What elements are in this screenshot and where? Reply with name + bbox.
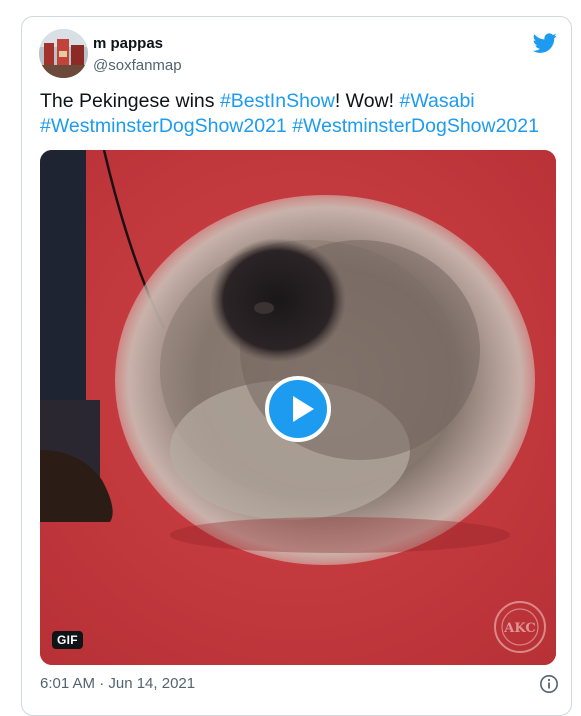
tweet-card: m pappas @soxfanmap The Pekingese wins #… <box>21 16 572 716</box>
play-button[interactable] <box>265 376 331 442</box>
akc-watermark-logo: AKC <box>492 599 548 655</box>
twitter-bird-icon[interactable] <box>532 31 557 55</box>
tweet-text-part: ! Wow! <box>334 90 400 112</box>
akc-watermark-text: AKC <box>503 621 535 636</box>
hashtag-link[interactable]: #Wasabi <box>400 90 475 112</box>
author-avatar[interactable] <box>39 29 88 78</box>
author-name[interactable]: m pappas <box>93 35 163 52</box>
info-icon[interactable] <box>539 674 559 694</box>
tweet-text: The Pekingese wins #BestInShow! Wow! #Wa… <box>40 89 560 139</box>
author-handle[interactable]: @soxfanmap <box>93 57 182 74</box>
gif-badge: GIF <box>52 631 83 649</box>
hashtag-link[interactable]: #BestInShow <box>220 90 335 112</box>
tweet-timestamp[interactable]: 6:01 AM · Jun 14, 2021 <box>40 675 195 692</box>
hashtag-link[interactable]: #WestminsterDogShow2021 <box>292 115 539 137</box>
hashtag-link[interactable]: #WestminsterDogShow2021 <box>40 115 287 137</box>
gif-media[interactable]: GIF AKC <box>40 150 556 665</box>
tweet-text-part: The Pekingese wins <box>40 90 220 112</box>
play-icon <box>293 396 314 422</box>
avatar-image <box>39 29 88 78</box>
